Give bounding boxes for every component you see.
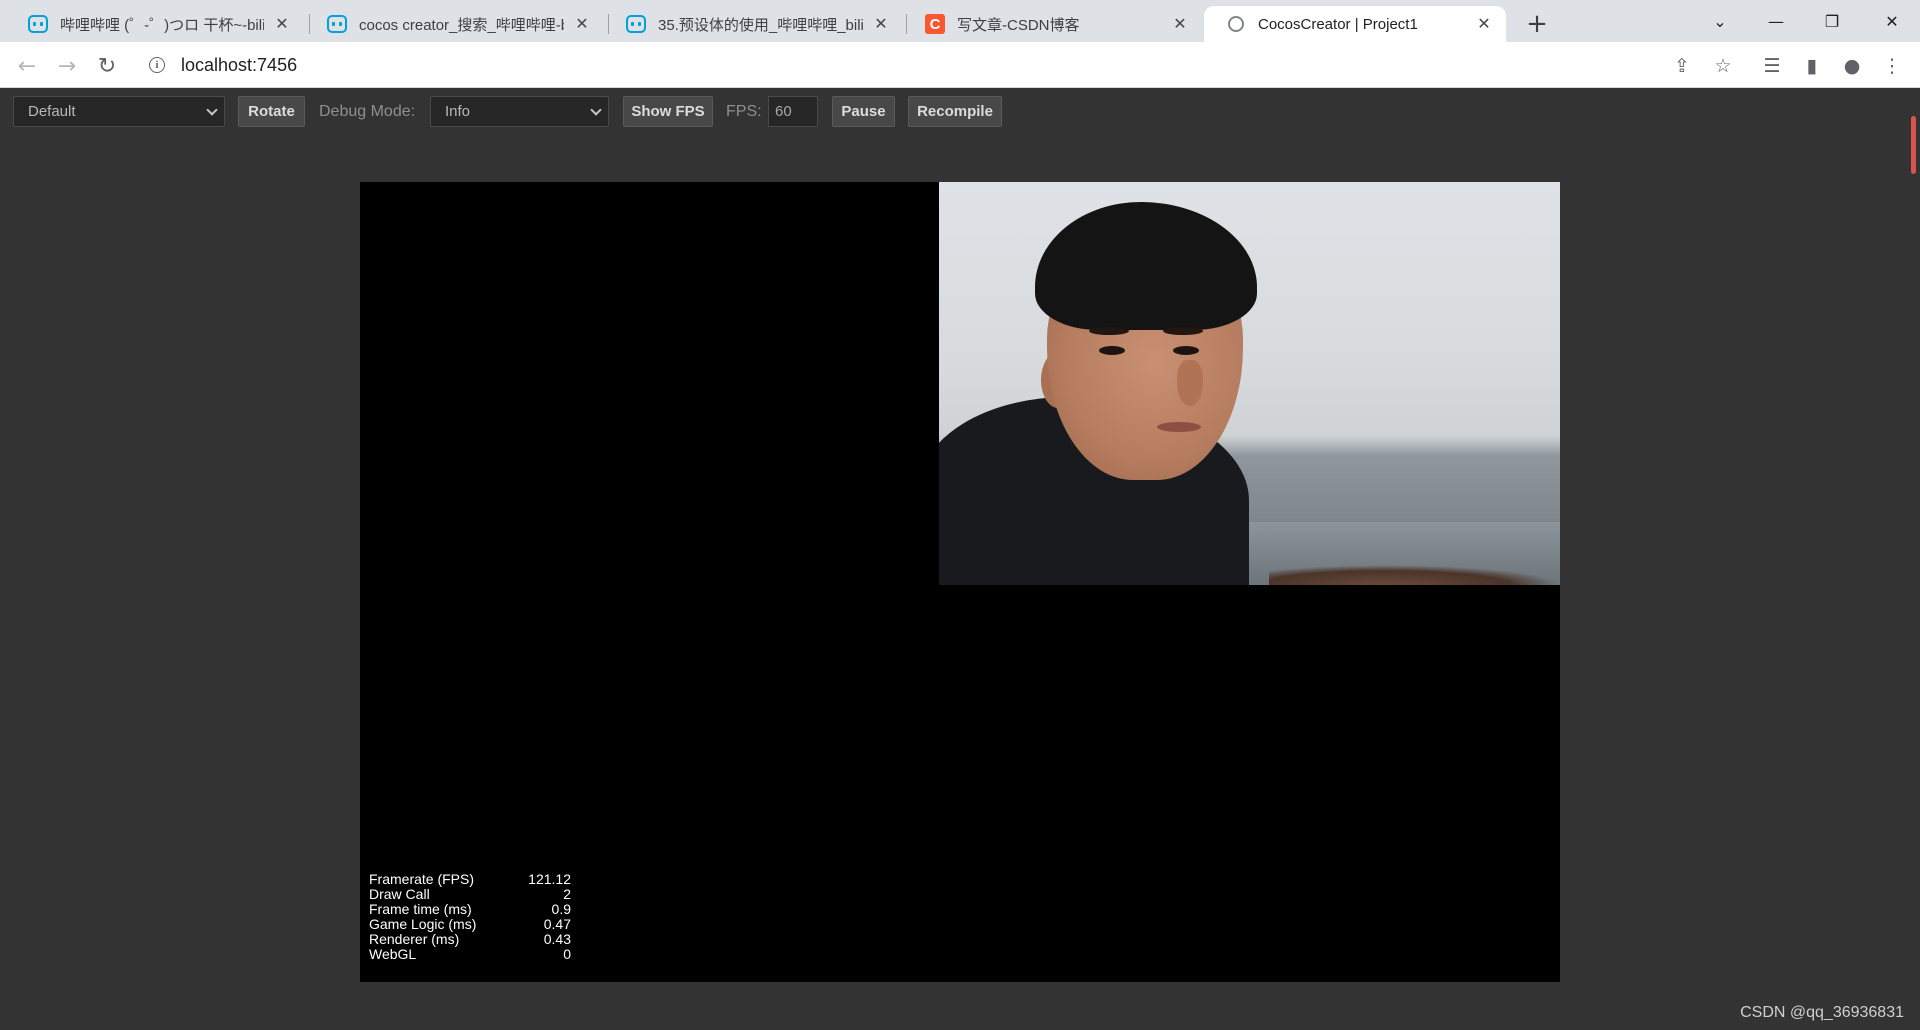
tab-title: 哔哩哔哩 (゜-゜)つロ 干杯~-bilibili: [60, 16, 264, 34]
show-fps-button[interactable]: Show FPS: [623, 96, 713, 127]
stat-row: Game Logic (ms) 0.47: [369, 917, 571, 932]
minimize-button[interactable]: —: [1748, 0, 1804, 42]
tab-cocos-creator[interactable]: CocosCreator | Project1 ✕: [1204, 6, 1506, 42]
profile-avatar-icon[interactable]: ●: [1835, 49, 1869, 83]
tab-strip: 哔哩哔哩 (゜-゜)つロ 干杯~-bilibili ✕ cocos creato…: [0, 0, 1920, 42]
forward-button[interactable]: →: [50, 49, 84, 83]
preview-control-bar: Default Rotate Debug Mode: Info Show FPS…: [0, 88, 1900, 136]
share-icon[interactable]: ⇪: [1665, 49, 1699, 83]
back-button[interactable]: ←: [10, 49, 44, 83]
address-text: localhost:7456: [181, 54, 298, 75]
stat-value: 121.12: [528, 871, 571, 887]
stat-label: Renderer (ms): [369, 931, 460, 947]
rotate-button[interactable]: Rotate: [238, 96, 305, 127]
chevron-down-icon: [206, 104, 218, 116]
fps-label: FPS:: [726, 102, 762, 120]
photo-sprite: [939, 182, 1560, 585]
scrollbar-thumb[interactable]: [1911, 116, 1916, 174]
stat-row: Frame time (ms) 0.9: [369, 902, 571, 917]
stat-value: 0: [563, 946, 571, 962]
tab-title: 写文章-CSDN博客: [957, 16, 1080, 34]
bookmark-star-icon[interactable]: ☆: [1706, 49, 1740, 83]
stat-label: Draw Call: [369, 886, 430, 902]
close-icon[interactable]: ✕: [1170, 14, 1190, 34]
stat-value: 0.47: [543, 916, 571, 932]
bilibili-icon: [28, 14, 48, 34]
stat-label: WebGL: [369, 946, 417, 962]
tab-title: cocos creator_搜索_哔哩哔哩-bilibili: [359, 16, 564, 34]
debug-mode-select[interactable]: Info: [430, 96, 609, 127]
csdn-icon: C: [925, 14, 945, 34]
stat-label: Framerate (FPS): [369, 871, 475, 887]
profiler-stats: Framerate (FPS) 121.12 Draw Call 2 Frame t…: [369, 872, 571, 962]
stat-label: Game Logic (ms): [369, 916, 477, 932]
reload-button[interactable]: ↻: [90, 49, 124, 83]
close-icon[interactable]: ✕: [272, 14, 292, 34]
tab-csdn-write[interactable]: C 写文章-CSDN博客 ✕: [903, 6, 1202, 42]
chevron-down-icon: [590, 104, 602, 116]
site-info-icon[interactable]: i: [149, 57, 165, 73]
close-icon[interactable]: ✕: [871, 14, 891, 34]
reading-list-icon[interactable]: ☰: [1755, 49, 1789, 83]
tab-bilibili-video[interactable]: 35.预设体的使用_哔哩哔哩_bilibili ✕: [604, 6, 903, 42]
browser-toolbar: ← → ↻ i localhost:7456 ⇪ ☆ ☰ ▮ ● ⋮: [0, 42, 1920, 88]
stat-value: 0.43: [543, 931, 571, 947]
stat-value: 2: [563, 886, 571, 902]
address-bar[interactable]: i localhost:7456: [136, 47, 1671, 83]
recompile-button[interactable]: Recompile: [908, 96, 1002, 127]
tab-bilibili-home[interactable]: 哔哩哔哩 (゜-゜)つロ 干杯~-bilibili ✕: [6, 6, 304, 42]
cocos-icon: [1226, 14, 1246, 34]
tab-title: CocosCreator | Project1: [1258, 15, 1418, 33]
debug-mode-value: Info: [445, 103, 471, 120]
restore-button[interactable]: ❐: [1804, 0, 1860, 42]
tab-title: 35.预设体的使用_哔哩哔哩_bilibili: [658, 16, 863, 34]
tab-search-icon[interactable]: ⌄: [1692, 0, 1748, 42]
preview-page: Default Rotate Debug Mode: Info Show FPS…: [0, 88, 1920, 1030]
bilibili-icon: [327, 14, 347, 34]
stat-label: Frame time (ms): [369, 901, 472, 917]
stat-value: 0.9: [551, 901, 571, 917]
close-icon[interactable]: ✕: [1474, 14, 1494, 34]
game-canvas[interactable]: Framerate (FPS) 121.12 Draw Call 2 Frame t…: [360, 182, 1560, 982]
menu-kebab-icon[interactable]: ⋮: [1875, 49, 1909, 83]
tab-bilibili-search[interactable]: cocos creator_搜索_哔哩哔哩-bilibili ✕: [305, 6, 604, 42]
new-tab-button[interactable]: +: [1519, 6, 1555, 42]
window-close-button[interactable]: ✕: [1864, 0, 1920, 42]
close-icon[interactable]: ✕: [572, 14, 592, 34]
pause-button[interactable]: Pause: [832, 96, 895, 127]
stat-row: WebGL 0: [369, 947, 571, 962]
fps-input[interactable]: 60: [768, 96, 818, 127]
stat-row: Draw Call 2: [369, 887, 571, 902]
stat-row: Renderer (ms) 0.43: [369, 932, 571, 947]
csdn-watermark: CSDN @qq_36936831: [1740, 1004, 1904, 1021]
device-select[interactable]: Default: [13, 96, 225, 127]
bilibili-icon: [626, 14, 646, 34]
stat-row: Framerate (FPS) 121.12: [369, 872, 571, 887]
side-panel-icon[interactable]: ▮: [1795, 49, 1829, 83]
device-select-value: Default: [28, 103, 76, 120]
debug-mode-label: Debug Mode:: [319, 102, 416, 120]
